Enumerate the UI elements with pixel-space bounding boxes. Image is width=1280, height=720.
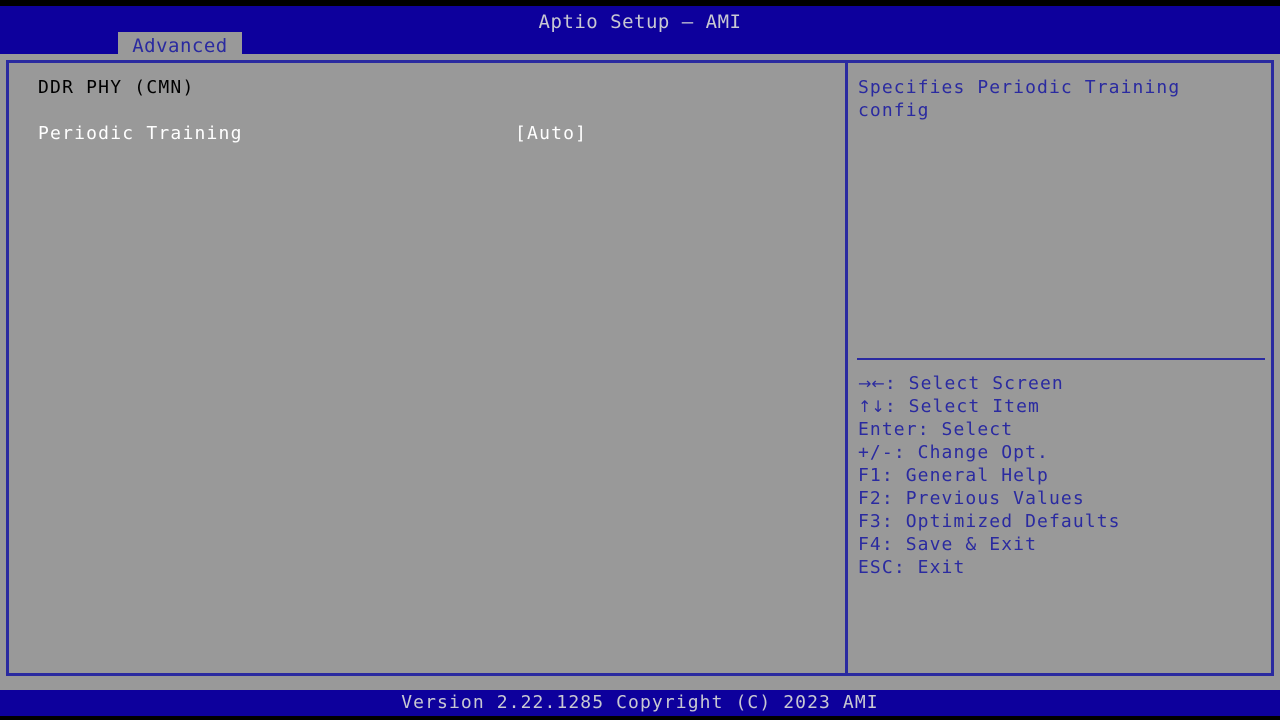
legend-key: ESC	[858, 557, 894, 578]
legend-label: : Select Screen	[885, 373, 1064, 394]
legend-label: : General Help	[882, 465, 1049, 486]
app-title: Aptio Setup – AMI	[0, 11, 1280, 33]
bios-setup-screen: Aptio Setup – AMI Advanced DDR PHY (CMN)…	[0, 0, 1280, 720]
legend-item-f1: F1: General Help	[858, 464, 1268, 487]
panel-divider	[845, 60, 848, 676]
bottom-black-strip	[0, 716, 1280, 720]
title-bar: Aptio Setup – AMI Advanced	[0, 6, 1280, 54]
arrow-up-down-icon: ↑↓	[858, 397, 885, 416]
legend-key: F4	[858, 534, 882, 555]
legend-label: : Change Opt.	[894, 442, 1049, 463]
legend-label: : Previous Values	[882, 488, 1085, 509]
help-panel: Specifies Periodic Training config →←: S…	[851, 63, 1271, 673]
help-separator	[857, 358, 1265, 360]
legend-item-select-screen: →←: Select Screen	[858, 372, 1268, 395]
legend-key: F3	[858, 511, 882, 532]
setting-row-periodic-training[interactable]: Periodic Training [Auto]	[9, 123, 845, 145]
legend-key: +/-	[858, 442, 894, 463]
section-title: DDR PHY (CMN)	[38, 77, 194, 98]
legend-item-enter: Enter: Select	[858, 418, 1268, 441]
help-description: Specifies Periodic Training config	[858, 76, 1262, 122]
legend-label: : Save & Exit	[882, 534, 1037, 555]
footer-bar: Version 2.22.1285 Copyright (C) 2023 AMI	[0, 690, 1280, 716]
key-legend: →←: Select Screen ↑↓: Select Item Enter:…	[858, 372, 1268, 579]
setting-label: Periodic Training	[38, 123, 243, 144]
legend-label: : Optimized Defaults	[882, 511, 1121, 532]
legend-label: : Select Item	[885, 396, 1040, 417]
legend-key: Enter	[858, 419, 918, 440]
setting-value[interactable]: [Auto]	[515, 123, 587, 144]
legend-item-esc: ESC: Exit	[858, 556, 1268, 579]
settings-panel: DDR PHY (CMN) Periodic Training [Auto]	[9, 63, 845, 673]
arrow-left-right-icon: →←	[858, 374, 885, 393]
version-text: Version 2.22.1285 Copyright (C) 2023 AMI	[0, 692, 1280, 713]
legend-item-select-item: ↑↓: Select Item	[858, 395, 1268, 418]
tab-advanced[interactable]: Advanced	[118, 32, 242, 60]
legend-item-change-opt: +/-: Change Opt.	[858, 441, 1268, 464]
legend-key: F1	[858, 465, 882, 486]
legend-key: F2	[858, 488, 882, 509]
legend-item-f2: F2: Previous Values	[858, 487, 1268, 510]
legend-label: : Exit	[894, 557, 966, 578]
legend-item-f3: F3: Optimized Defaults	[858, 510, 1268, 533]
legend-item-f4: F4: Save & Exit	[858, 533, 1268, 556]
legend-label: : Select	[918, 419, 1014, 440]
